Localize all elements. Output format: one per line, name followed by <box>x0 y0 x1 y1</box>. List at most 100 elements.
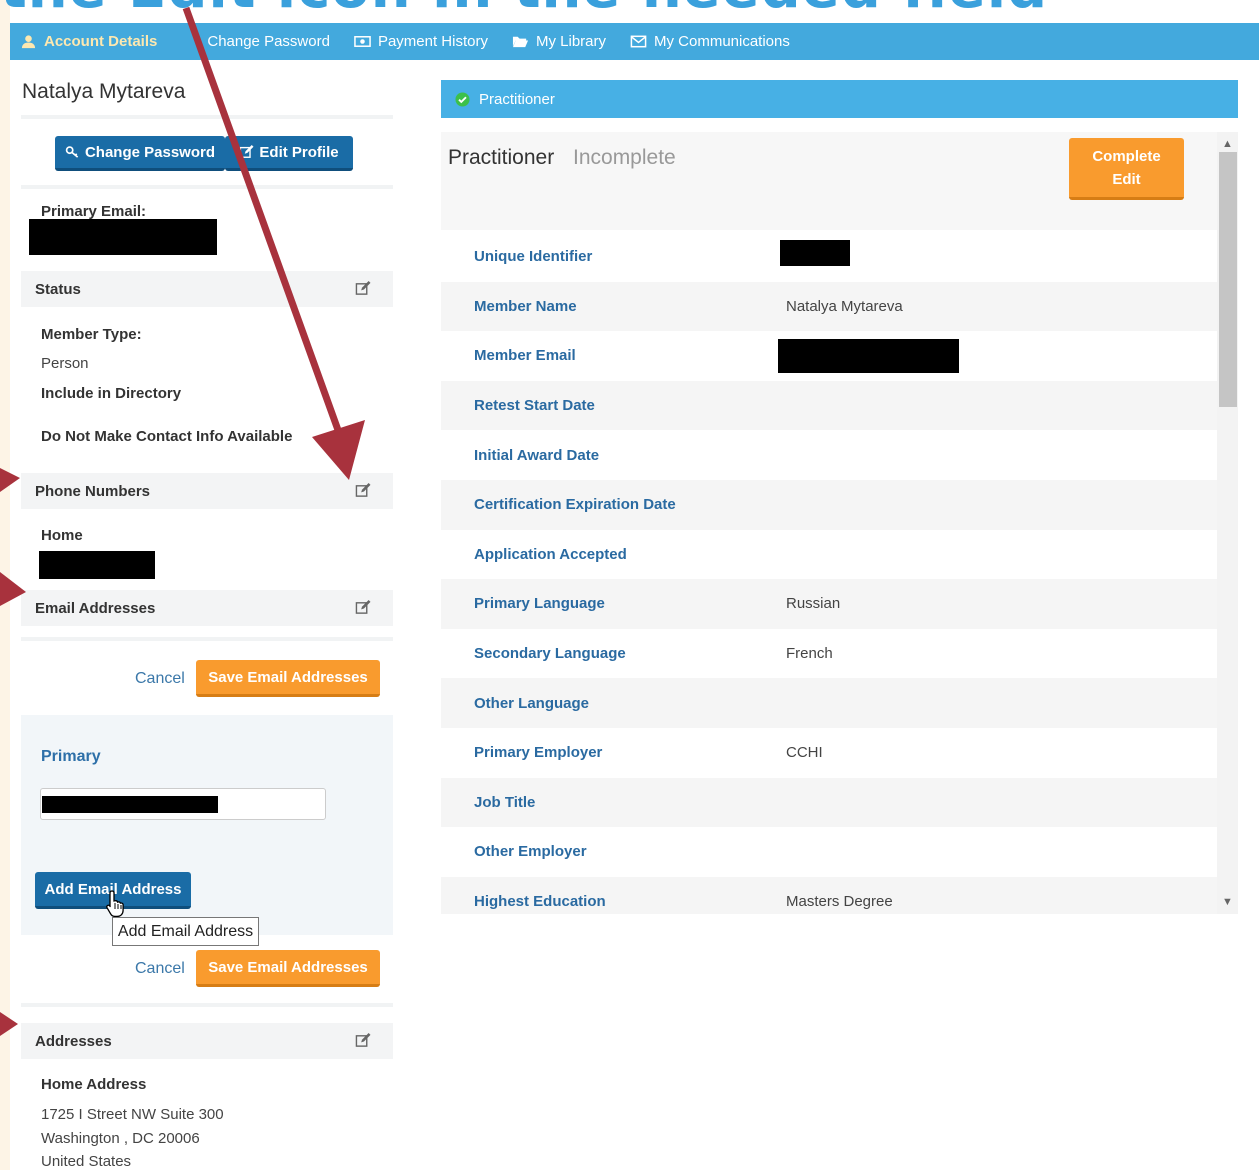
edit-profile-label: Edit Profile <box>259 143 339 161</box>
status-section-header: Status <box>21 271 393 307</box>
include-directory-label: Include in Directory <box>41 385 182 402</box>
field-label: Member Name <box>474 297 577 315</box>
scrollbar-thumb[interactable] <box>1219 152 1237 407</box>
phone-section-header: Phone Numbers <box>21 473 393 509</box>
nav-account-details-label: Account Details <box>44 33 158 50</box>
divider <box>21 1003 393 1007</box>
table-row: Application Accepted <box>441 530 1217 580</box>
field-value: French <box>786 645 833 663</box>
nav-change-password[interactable]: Change Password <box>207 33 330 50</box>
edit-icon[interactable] <box>355 281 371 296</box>
status-header-label: Status <box>35 280 81 298</box>
field-label: Application Accepted <box>474 545 627 563</box>
address-line-3: United States <box>41 1153 132 1170</box>
key-icon <box>65 146 79 158</box>
field-label: Initial Award Date <box>474 446 600 464</box>
divider <box>21 185 393 189</box>
complete-edit-button[interactable]: Complete Edit <box>1069 138 1184 200</box>
change-password-label: Change Password <box>84 143 216 161</box>
field-label: Job Title <box>474 793 536 811</box>
edit-icon[interactable] <box>355 1033 371 1048</box>
table-row: Member Name Natalya Mytareva <box>441 281 1217 332</box>
table-row: Primary Language Russian <box>441 579 1217 629</box>
table-row: Retest Start Date <box>441 380 1217 431</box>
envelope-icon <box>630 35 647 48</box>
practitioner-bar-label: Practitioner <box>479 90 555 108</box>
home-phone-label: Home <box>41 527 83 544</box>
field-value: CCHI <box>786 744 823 762</box>
phone-header-label: Phone Numbers <box>35 482 151 500</box>
tooltip: Add Email Address <box>112 917 259 946</box>
edit-profile-button[interactable]: Edit Profile <box>225 136 353 171</box>
scroll-up-arrow[interactable]: ▲ <box>1217 134 1238 154</box>
nav-my-library-label: My Library <box>535 33 606 50</box>
nav-my-communications[interactable]: My Communications <box>630 33 790 50</box>
nav-account-details[interactable]: Account Details <box>20 33 157 50</box>
table-row: Initial Award Date <box>441 430 1217 480</box>
addresses-section-header: Addresses <box>21 1023 393 1059</box>
field-label: Other Employer <box>474 843 587 861</box>
member-name: Natalya Mytareva <box>22 80 186 103</box>
home-address-label: Home Address <box>41 1076 147 1093</box>
nav-my-communications-label: My Communications <box>654 33 790 50</box>
folder-open-icon <box>512 36 529 48</box>
field-label: Unique Identifier <box>474 248 593 266</box>
check-circle-icon <box>455 91 470 107</box>
practitioner-bar: Practitioner <box>441 80 1238 118</box>
redacted-email-input-value <box>42 796 218 813</box>
edit-icon[interactable] <box>355 483 371 498</box>
redacted-unique-identifier <box>780 240 850 266</box>
nav-my-library[interactable]: My Library <box>512 33 606 50</box>
divider <box>21 637 393 641</box>
top-nav: Account Details Change Password Payment … <box>10 23 1259 60</box>
field-label: Other Language <box>474 694 590 712</box>
address-line-2: Washington , DC 20006 <box>41 1130 200 1147</box>
no-contact-label: Do Not Make Contact Info Available <box>41 428 293 445</box>
field-value: Masters Degree <box>786 893 893 911</box>
field-value: Natalya Mytareva <box>786 297 903 315</box>
nav-payment-history-label: Payment History <box>377 33 488 50</box>
table-row: Highest Education Masters Degree <box>441 876 1217 914</box>
field-label: Secondary Language <box>474 645 626 663</box>
redacted-member-email <box>778 339 959 373</box>
change-password-button[interactable]: Change Password <box>55 136 225 171</box>
table-row: Job Title <box>441 777 1217 828</box>
practitioner-title: Practitioner <box>448 146 555 169</box>
field-value: Russian <box>786 595 841 613</box>
field-label: Primary Employer <box>474 744 603 762</box>
cancel-link[interactable]: Cancel <box>135 960 185 978</box>
email-section-header: Email Addresses <box>21 590 393 626</box>
email-header-label: Email Addresses <box>35 599 156 617</box>
table-row: Other Employer <box>441 827 1217 877</box>
field-label: Member Email <box>474 347 576 365</box>
practitioner-table: Unique Identifier Member Name Natalya Myta… <box>441 232 1217 914</box>
field-label: Primary Language <box>474 595 605 613</box>
field-label: Certification Expiration Date <box>474 496 676 514</box>
address-line-1: 1725 I Street NW Suite 300 <box>41 1106 224 1123</box>
user-icon <box>21 35 36 49</box>
money-icon <box>354 36 371 47</box>
cancel-link[interactable]: Cancel <box>135 670 185 688</box>
table-row: Secondary Language French <box>441 629 1217 679</box>
overlay-caption: the Edit icon in the needed field <box>0 0 1259 10</box>
save-email-button[interactable]: Save Email Addresses <box>196 660 380 697</box>
field-label: Retest Start Date <box>474 397 595 415</box>
edit-icon[interactable] <box>355 600 371 615</box>
redacted-primary-email <box>29 219 217 255</box>
scroll-down-arrow[interactable]: ▼ <box>1217 892 1238 912</box>
primary-email-field-label: Primary <box>41 748 101 765</box>
table-row: Certification Expiration Date <box>441 480 1217 530</box>
member-type-value: Person <box>41 355 89 372</box>
nav-payment-history[interactable]: Payment History <box>354 33 488 50</box>
addresses-header-label: Addresses <box>35 1032 112 1050</box>
practitioner-status: Incomplete <box>573 146 676 169</box>
redacted-home-phone <box>39 551 155 579</box>
divider <box>21 115 393 119</box>
hand-cursor-icon <box>106 890 124 917</box>
nav-change-password-label: Change Password <box>207 33 330 50</box>
save-email-button[interactable]: Save Email Addresses <box>196 950 380 987</box>
table-row: Primary Employer CCHI <box>441 728 1217 778</box>
table-row: Other Language <box>441 678 1217 728</box>
field-label: Highest Education <box>474 893 606 911</box>
member-type-label: Member Type: <box>41 326 142 343</box>
